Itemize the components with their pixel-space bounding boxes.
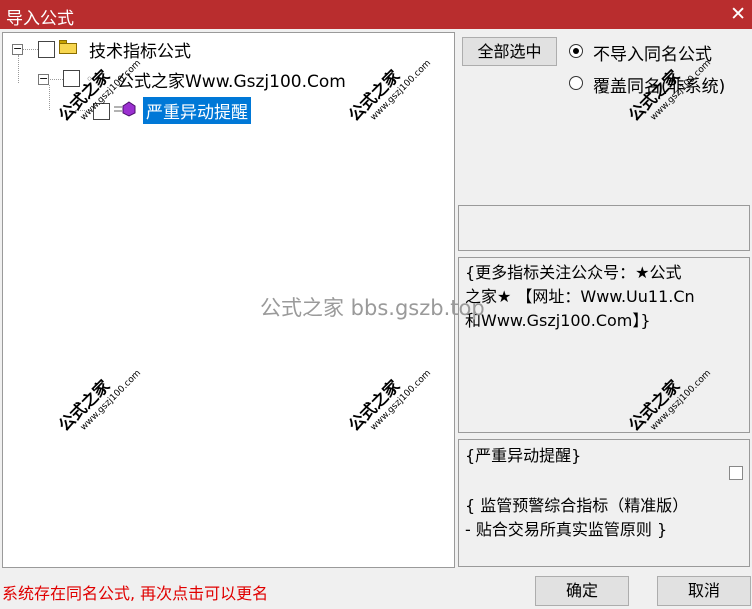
- info-line-2: 之家★ 【网址：Www.Uu11.Cn: [465, 287, 695, 306]
- desc-title: {严重异动提醒}: [465, 446, 582, 465]
- tree-child-label[interactable]: 公式之家Www.Gszj100.Com: [117, 67, 346, 92]
- info-line-3: 和Www.Gszj100.Com】}: [465, 311, 651, 330]
- info-line-1: {更多指标关注公众号：★公式: [465, 263, 682, 282]
- ok-button[interactable]: 确定: [535, 576, 629, 606]
- desc-line-3: - 贴合交易所真实监管原则 }: [465, 520, 668, 539]
- overwrite-radio[interactable]: [569, 76, 583, 90]
- title-bar: 导入公式 ✕: [0, 0, 752, 29]
- select-all-button[interactable]: 全部选中: [462, 37, 557, 66]
- child-expander-icon[interactable]: −: [38, 73, 49, 85]
- info-box: {更多指标关注公众号：★公式 之家★ 【网址：Www.Uu11.Cn 和Www.…: [458, 257, 750, 433]
- no-import-radio[interactable]: [569, 44, 583, 58]
- blank-field: [458, 205, 750, 251]
- formula-icon: [114, 101, 136, 117]
- tree-leaf-label[interactable]: 严重异动提醒: [143, 97, 251, 124]
- desc-line-2: { 监管预警综合指标（精准版）: [465, 496, 689, 515]
- status-message: 系统存在同名公式, 再次点击可以更名: [2, 584, 269, 603]
- root-checkbox[interactable]: [38, 41, 55, 58]
- description-box: {严重异动提醒} { 监管预警综合指标（精准版） - 贴合交易所真实监管原则 }: [458, 439, 750, 567]
- center-watermark: 公式之家 bbs.gszb.top: [260, 296, 485, 320]
- window-title: 导入公式: [6, 9, 74, 29]
- folder-icon: [59, 40, 77, 54]
- options-panel: 全部选中 不导入同名公式 覆盖同名(非系统) {更多指标关注公众号：★公式 之家…: [457, 32, 752, 568]
- cancel-button[interactable]: 取消: [657, 576, 751, 606]
- close-icon[interactable]: ✕: [730, 3, 746, 25]
- scroll-box-icon[interactable]: [729, 466, 743, 480]
- root-expander-icon[interactable]: −: [12, 43, 23, 55]
